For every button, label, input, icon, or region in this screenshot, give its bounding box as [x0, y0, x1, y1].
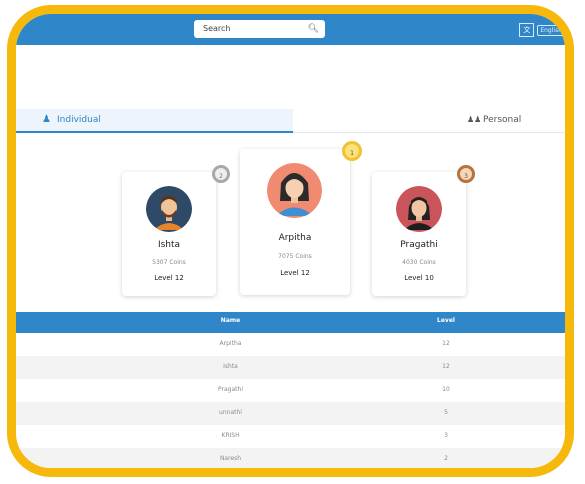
table-header: Name Level	[16, 312, 565, 333]
podium-level: Level 12	[154, 274, 184, 282]
language-selector[interactable]: 文 English	[519, 22, 565, 38]
language-label: English	[537, 24, 565, 36]
search-input[interactable]: Search 🔍︎	[194, 20, 325, 38]
row-name: Pragathi	[218, 386, 243, 393]
avatar	[267, 163, 322, 218]
podium-card-second[interactable]: Ishta 5307 Coins Level 12	[122, 172, 216, 296]
podium-level: Level 10	[404, 274, 434, 282]
podium-card-third[interactable]: Pragathi 4030 Coins Level 10	[372, 172, 466, 296]
row-level: 12	[442, 340, 450, 347]
avatar	[396, 186, 442, 232]
tab-individual[interactable]: ♟ Individual	[16, 109, 293, 133]
leaderboard-table: Name Level Arpitha 12 Ishta 12 Pragathi …	[16, 312, 565, 468]
tab-personal[interactable]: ♟♟ Personal	[293, 109, 565, 133]
rank-number: 2	[219, 173, 223, 180]
podium-coins: 4030 Coins	[402, 259, 436, 266]
table-row[interactable]: Pragathi 10	[16, 379, 565, 402]
person-icon: ♟	[42, 114, 51, 125]
tab-personal-label: Personal	[483, 115, 522, 125]
podium-coins: 7075 Coins	[278, 253, 312, 260]
row-level: 3	[444, 432, 448, 439]
row-level: 12	[442, 363, 450, 370]
row-name: Ishta	[223, 363, 238, 370]
row-level: 5	[444, 409, 448, 416]
avatar	[146, 186, 192, 232]
rank-number: 3	[464, 173, 468, 180]
table-row[interactable]: Ishta 12	[16, 356, 565, 379]
podium-name: Ishta	[157, 240, 181, 250]
translate-icon: 文	[519, 23, 535, 37]
search-icon[interactable]: 🔍︎	[308, 20, 319, 38]
table-row[interactable]: KRISH 3	[16, 425, 565, 448]
row-level: 2	[444, 455, 448, 462]
table-row[interactable]: Arpitha 12	[16, 333, 565, 356]
table-row[interactable]: unnathi 5	[16, 402, 565, 425]
podium-name: Arpitha	[278, 233, 312, 243]
column-header-level[interactable]: Level	[431, 317, 461, 324]
podium-card-first[interactable]: Arpitha 7075 Coins Level 12	[240, 149, 350, 295]
podium-level: Level 12	[280, 269, 310, 277]
search-placeholder: Search	[203, 24, 231, 33]
row-level: 10	[442, 386, 450, 393]
app-frame: Search 🔍︎ 文 English ♟ Individual ♟♟ Pers…	[7, 5, 574, 477]
column-header-name[interactable]: Name	[208, 317, 253, 324]
rank-badge-silver: 2	[212, 165, 230, 183]
row-name: KRISH	[221, 432, 240, 439]
group-icon: ♟♟	[467, 115, 482, 124]
podium-coins: 5307 Coins	[152, 259, 186, 266]
table-row[interactable]: Naresh 2	[16, 448, 565, 468]
row-name: Naresh	[219, 455, 242, 462]
podium-name: Pragathi	[400, 240, 438, 250]
row-name: Arpitha	[219, 340, 242, 347]
row-name: unnathi	[219, 409, 242, 416]
rank-number: 1	[350, 150, 354, 157]
leaderboard-tabs: ♟ Individual ♟♟ Personal	[16, 109, 565, 133]
rank-badge-bronze: 3	[457, 165, 475, 183]
top-bar: Search 🔍︎ 文 English	[16, 14, 565, 45]
tab-individual-label: Individual	[57, 115, 101, 125]
rank-badge-gold: 1	[342, 141, 362, 161]
